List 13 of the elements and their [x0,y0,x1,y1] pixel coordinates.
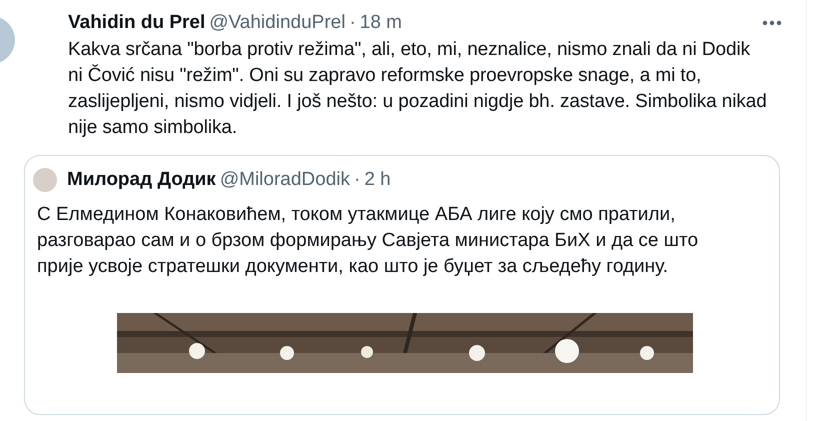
more-icon[interactable] [762,20,782,26]
separator: · [349,12,356,34]
author-name[interactable]: Vahidin du Prel [68,12,206,34]
author-handle: @VahidinduPrel [209,12,346,34]
quoted-tweet-card[interactable] [24,155,780,415]
tweet-text: С Елмедином Конаковићем, током утакмице АБА лиге коју смо пратили, разговарао сам и о брзом формирању Савјета министара БиХ и да се што прије усвоје стратешки документи, као што је буџет за сљедећу годину. [37,203,700,279]
avatar [33,168,57,192]
author-handle: @MiloradDodik [220,169,350,191]
tweet-text: Kakva srčana "borba protiv režima", ali, eto, mi, neznalice, nismo znali da ni Dodik ni Čović nisu "režim". Oni su zapravo reformske proevropske snage, a mi to, zaslijepljeni, nismo vidjeli. I još nešto: u pozadini nigdje bh. zastave. Simbolika nikad nije samo simbolika. [68,38,768,140]
author-name: Милорад Додик [67,169,216,191]
separator: · [354,169,360,191]
timestamp[interactable]: 18 m [360,12,402,34]
timestamp: 2 h [364,169,391,191]
